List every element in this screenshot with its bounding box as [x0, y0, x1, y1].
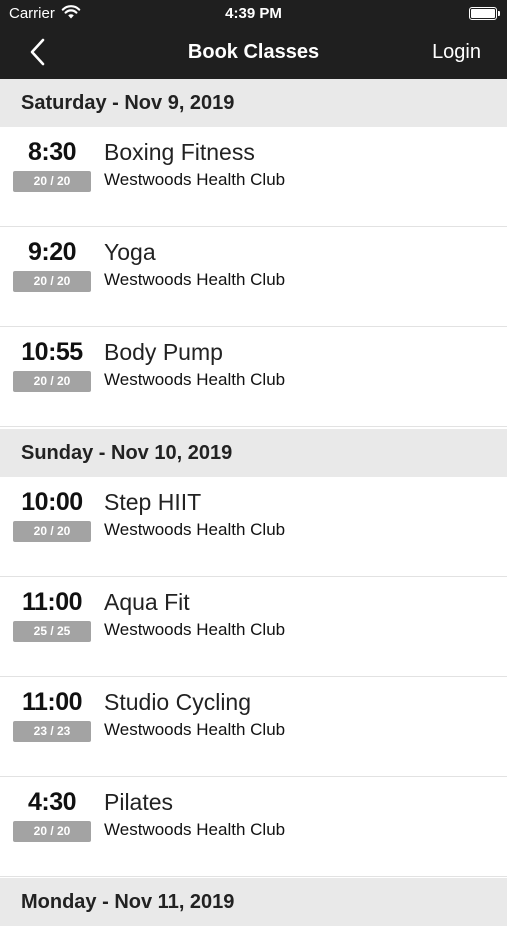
class-row-body-pump[interactable]: 10:55 20 / 20 Body Pump Westwoods Health…	[0, 327, 507, 427]
spots-badge: 20 / 20	[13, 521, 91, 542]
spots-badge: 23 / 23	[13, 721, 91, 742]
spots-badge: 20 / 20	[13, 821, 91, 842]
class-time: 11:00	[21, 588, 83, 616]
day-header-label: Saturday - Nov 9, 2019	[21, 92, 235, 114]
class-name: Aqua Fit	[104, 589, 190, 615]
class-time: 10:55	[21, 338, 83, 366]
class-time: 10:00	[21, 488, 83, 516]
class-name: Body Pump	[104, 339, 223, 365]
login-button[interactable]: Login	[432, 41, 481, 64]
spots-badge: 20 / 20	[13, 271, 91, 292]
club-name: Westwoods Health Club	[104, 720, 286, 739]
class-time: 8:30	[27, 138, 77, 166]
day-header: Sunday - Nov 10, 2019	[0, 429, 507, 477]
spots-badge: 20 / 20	[13, 171, 91, 192]
class-name: Step HIIT	[104, 489, 202, 515]
class-name: Yoga	[104, 239, 156, 265]
day-header: Saturday - Nov 9, 2019	[0, 79, 507, 127]
class-name: Boxing Fitness	[104, 139, 255, 165]
club-name: Westwoods Health Club	[104, 820, 286, 839]
class-row-boxing-fitness[interactable]: 8:30 20 / 20 Boxing Fitness Westwoods He…	[0, 127, 507, 227]
club-name: Westwoods Health Club	[104, 170, 286, 189]
spots-badge: 20 / 20	[13, 371, 91, 392]
class-row-yoga[interactable]: 9:20 20 / 20 Yoga Westwoods Health Club	[0, 227, 507, 327]
day-header-label: Monday - Nov 11, 2019	[21, 891, 235, 913]
club-name: Westwoods Health Club	[104, 620, 286, 639]
status-time: 4:39 PM	[225, 5, 282, 22]
class-row-aqua-fit[interactable]: 11:00 25 / 25 Aqua Fit Westwoods Health …	[0, 577, 507, 677]
top-bar: Carrier 4:39 PM Book Classes Login	[0, 0, 507, 79]
class-name: Pilates	[104, 789, 174, 815]
club-name: Westwoods Health Club	[104, 270, 286, 289]
battery-icon	[469, 7, 500, 20]
status-bar: Carrier 4:39 PM	[0, 0, 507, 28]
class-time: 9:20	[27, 238, 77, 266]
class-time: 11:00	[21, 688, 83, 716]
class-row-studio-cycling[interactable]: 11:00 23 / 23 Studio Cycling Westwoods H…	[0, 677, 507, 777]
nav-bar: Book Classes Login	[0, 28, 507, 79]
spots-badge: 25 / 25	[13, 621, 91, 642]
day-header: Monday - Nov 11, 2019	[0, 878, 507, 926]
class-row-step-hiit[interactable]: 10:00 20 / 20 Step HIIT Westwoods Health…	[0, 477, 507, 577]
class-row-pilates[interactable]: 4:30 20 / 20 Pilates Westwoods Health Cl…	[0, 777, 507, 877]
day-header-label: Sunday - Nov 10, 2019	[21, 442, 233, 464]
club-name: Westwoods Health Club	[104, 520, 286, 539]
class-name: Studio Cycling	[104, 689, 252, 715]
club-name: Westwoods Health Club	[104, 370, 286, 389]
class-time: 4:30	[27, 788, 77, 816]
page-title: Book Classes	[187, 41, 320, 63]
